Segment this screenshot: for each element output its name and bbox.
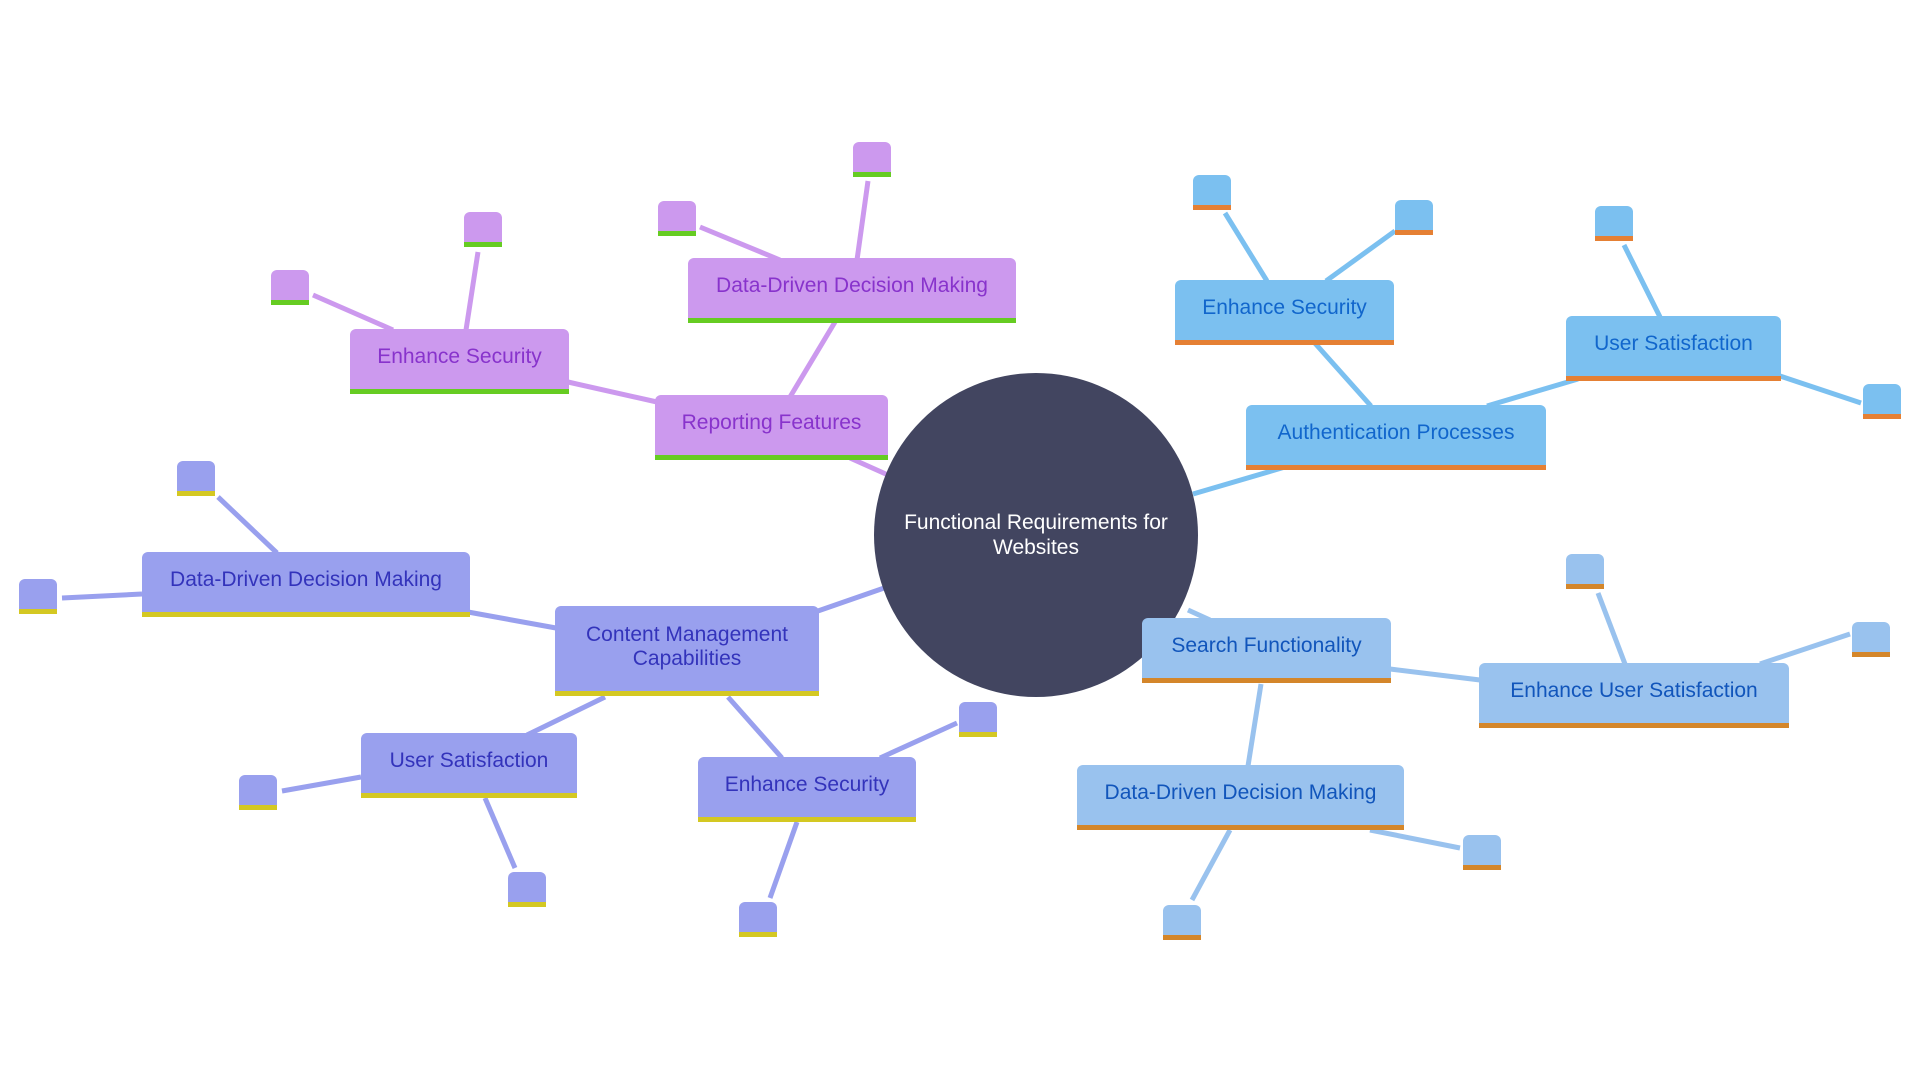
leaf-node[interactable] (1566, 554, 1604, 589)
edge (1369, 827, 1461, 851)
leaf-node[interactable] (959, 702, 997, 737)
edge (467, 609, 557, 631)
node-label: Enhance Security (724, 773, 890, 796)
child-node-user-satisfaction[interactable]: User Satisfaction (1566, 316, 1781, 381)
edge (848, 455, 890, 478)
edge (1324, 228, 1397, 284)
edge (1189, 828, 1233, 902)
node-label: Enhance User Satisfaction (1510, 679, 1758, 702)
leaf-node[interactable] (1163, 905, 1201, 940)
node-label: Search Functionality (1171, 634, 1362, 657)
edge (1245, 683, 1264, 767)
leaf-node[interactable] (739, 902, 777, 937)
child-node-user-satisfaction[interactable]: User Satisfaction (361, 733, 577, 798)
leaf-node[interactable] (508, 872, 546, 907)
node-label: Data-Driven Decision Making (716, 274, 988, 297)
branch-node-authentication-processes[interactable]: Authentication Processes (1246, 405, 1546, 470)
edge (1192, 464, 1286, 497)
edge (216, 495, 279, 555)
edge (567, 379, 658, 405)
edge (699, 224, 781, 263)
node-label: Authentication Processes (1277, 421, 1515, 444)
edge (767, 821, 800, 899)
node-label: Enhance Security (377, 345, 542, 368)
node-label: Content Management Capabilities (586, 622, 788, 670)
edge (1311, 339, 1373, 408)
leaf-node[interactable] (853, 142, 891, 177)
child-node-enhance-user-satisfaction[interactable]: Enhance User Satisfaction (1479, 663, 1789, 728)
leaf-node[interactable] (239, 775, 277, 810)
branch-node-reporting-features[interactable]: Reporting Features (655, 395, 888, 460)
edge (1595, 592, 1628, 665)
edge (787, 320, 838, 399)
edge (1486, 376, 1579, 409)
leaf-node[interactable] (1595, 206, 1633, 241)
edge (1779, 373, 1862, 406)
leaf-node[interactable] (464, 212, 502, 247)
edge (726, 695, 784, 760)
leaf-node[interactable] (1852, 622, 1890, 657)
edge (1759, 631, 1851, 667)
branch-node-content-management-capabilities[interactable]: Content Management Capabilities (555, 606, 819, 696)
child-node-data-driven-decision-making[interactable]: Data-Driven Decision Making (688, 258, 1016, 323)
child-node-enhance-security[interactable]: Enhance Security (1175, 280, 1394, 345)
node-label: User Satisfaction (389, 749, 549, 772)
leaf-node[interactable] (1463, 835, 1501, 870)
leaf-node[interactable] (19, 579, 57, 614)
edge (463, 251, 481, 331)
edge (1222, 211, 1270, 283)
root-label: Functional Requirements for Websites (904, 511, 1168, 559)
edge (1389, 666, 1481, 683)
leaf-node[interactable] (177, 461, 215, 496)
node-label: Data-Driven Decision Making (170, 568, 442, 591)
node-label: User Satisfaction (1594, 332, 1753, 355)
leaf-node[interactable] (1863, 384, 1901, 419)
edge (61, 591, 143, 601)
edge (281, 774, 362, 794)
leaf-node[interactable] (1193, 175, 1231, 210)
edge (814, 584, 888, 615)
edge (311, 292, 395, 333)
edge (525, 694, 607, 738)
child-node-data-driven-decision-making[interactable]: Data-Driven Decision Making (142, 552, 470, 617)
edge (878, 720, 959, 761)
edge (1621, 243, 1663, 319)
leaf-node[interactable] (658, 201, 696, 236)
child-node-enhance-security[interactable]: Enhance Security (350, 329, 569, 394)
leaf-node[interactable] (271, 270, 309, 305)
edge (482, 797, 518, 869)
branch-node-search-functionality[interactable]: Search Functionality (1142, 618, 1391, 683)
edge (854, 180, 871, 261)
node-label: Enhance Security (1202, 296, 1367, 319)
node-label: Data-Driven Decision Making (1104, 781, 1377, 804)
child-node-data-driven-decision-making[interactable]: Data-Driven Decision Making (1077, 765, 1404, 830)
node-label: Reporting Features (681, 411, 862, 434)
leaf-node[interactable] (1395, 200, 1433, 235)
child-node-enhance-security[interactable]: Enhance Security (698, 757, 916, 822)
